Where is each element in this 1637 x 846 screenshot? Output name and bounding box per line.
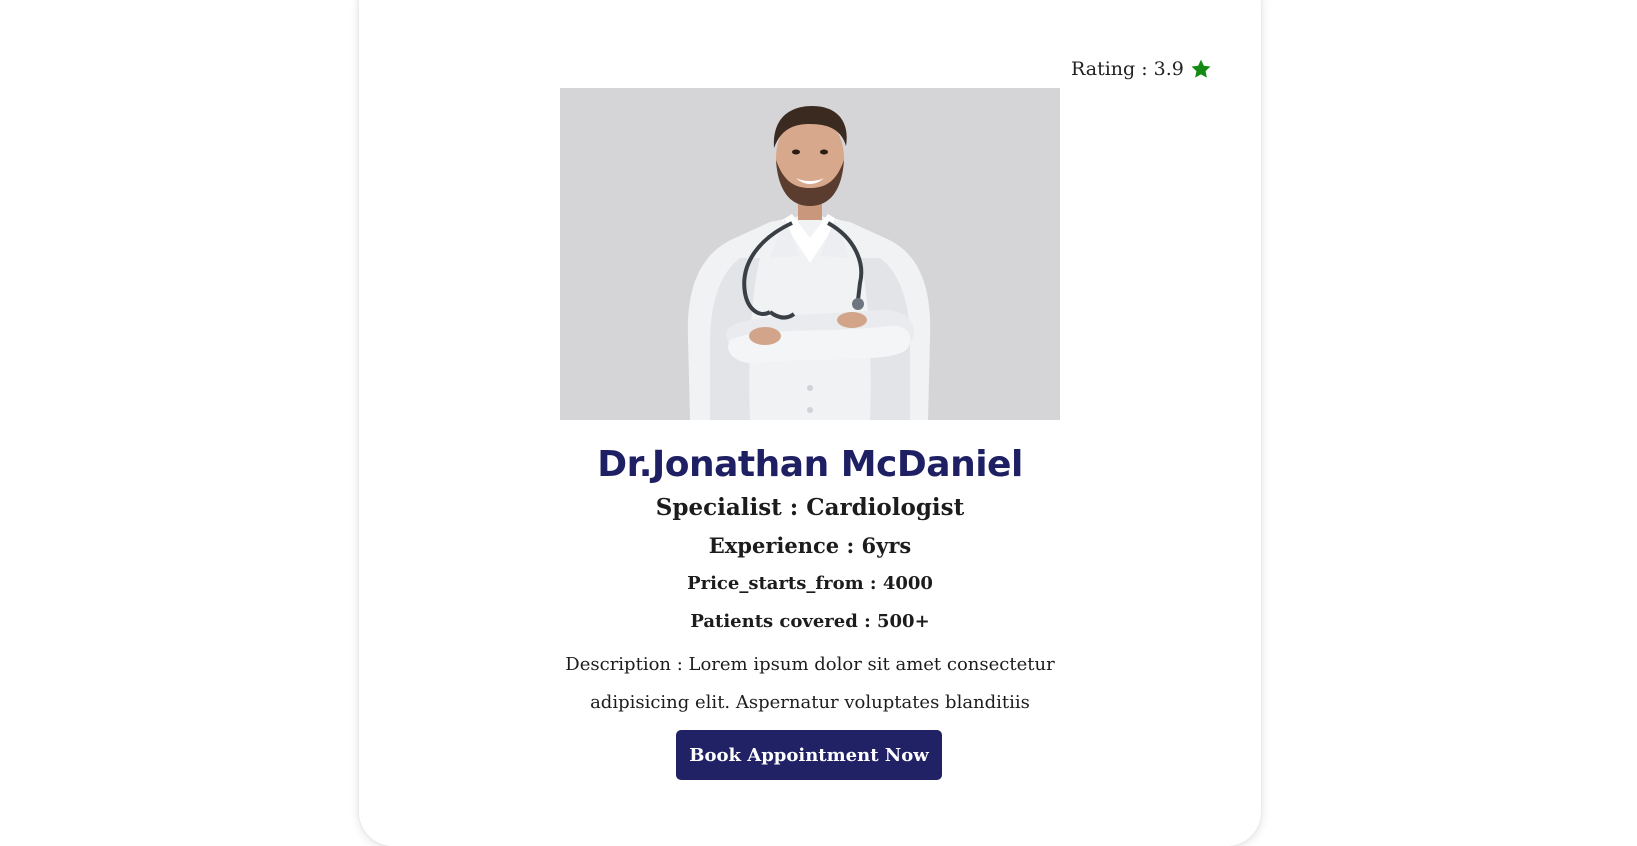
doctor-patients: Patients covered : 500+	[690, 611, 930, 632]
doctor-name: Dr.Jonathan McDaniel	[597, 444, 1023, 485]
book-appointment-button[interactable]: Book Appointment Now	[676, 730, 942, 780]
doctor-experience: Experience : 6yrs	[708, 533, 912, 558]
star-icon	[1191, 59, 1211, 78]
rating: Rating : 3.9	[1071, 58, 1212, 80]
doctor-price: Price_starts_from : 4000	[687, 573, 933, 594]
doctor-description: Description : Lorem ipsum dolor sit amet…	[565, 654, 1055, 713]
doctor-photo	[560, 88, 1060, 420]
rating-label: Rating : 3.9	[1071, 58, 1184, 80]
doctor-specialist: Specialist : Cardiologist	[655, 494, 965, 521]
